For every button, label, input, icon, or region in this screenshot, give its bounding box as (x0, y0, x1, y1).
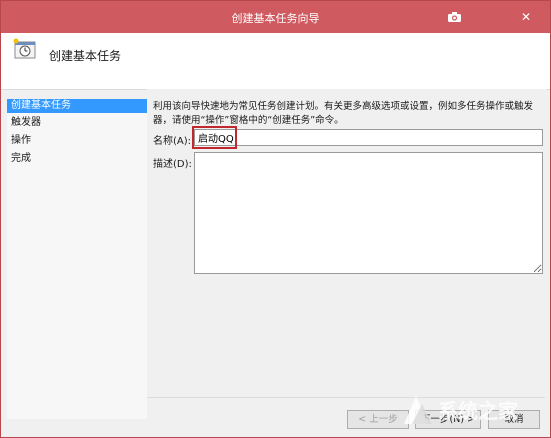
wizard-window: 创建基本任务向导 ✕ 创建基本任务 创建基本任务 触发器 操作 完成 利用该向导… (0, 0, 551, 438)
name-field[interactable] (194, 129, 543, 146)
description-label: 描述(D): (153, 159, 192, 170)
nav-item-trigger[interactable]: 触发器 (7, 116, 147, 130)
name-highlight-box (192, 126, 237, 149)
header-title: 创建基本任务 (49, 49, 122, 63)
description-field[interactable] (194, 152, 543, 274)
wizard-header: 创建基本任务 (1, 33, 550, 90)
nav-item-finish[interactable]: 完成 (7, 152, 147, 166)
nav-item-action[interactable]: 操作 (7, 134, 147, 148)
wizard-description: 利用该向导快速地为常见任务创建计划。有关更多高级选项或设置，例如多任务操作或触发… (153, 100, 533, 128)
close-button[interactable]: ✕ (516, 7, 536, 27)
camera-icon[interactable] (447, 11, 462, 23)
wizard-steps-nav: 创建基本任务 触发器 操作 完成 (7, 99, 147, 419)
nav-item-create-basic-task[interactable]: 创建基本任务 (7, 99, 147, 113)
watermark-logo: 系统之家 (404, 396, 519, 424)
task-clock-icon (13, 38, 36, 59)
description-line-1: 利用该向导快速地为常见任务创建计划。有关更多高级选项或设置，例如多任务操作或触发 (153, 101, 534, 112)
watermark-text: 系统之家 (438, 399, 519, 423)
title-bar[interactable]: 创建基本任务向导 ✕ (1, 1, 550, 33)
window-title: 创建基本任务向导 (231, 12, 320, 25)
name-label: 名称(A): (153, 136, 192, 147)
